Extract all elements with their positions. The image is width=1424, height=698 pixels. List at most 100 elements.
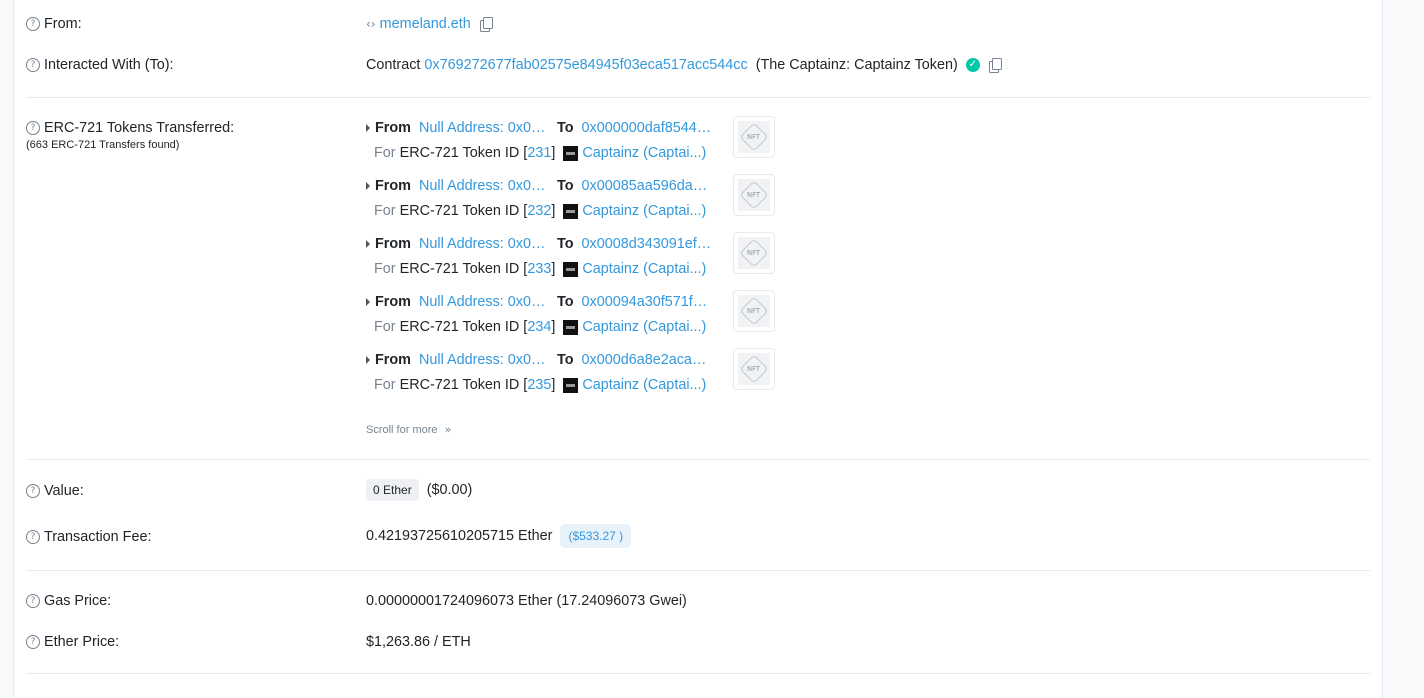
transfer-item: From Null Address: 0x00… To 0x0008d343091ef… — [366, 236, 776, 294]
token-name-link[interactable]: Captainz (Captai...) — [582, 319, 706, 335]
from-word: From — [375, 352, 411, 368]
token-id-text: ERC-721 Token ID [ — [399, 377, 528, 393]
value-value: 0 Ether ($0.00) — [366, 479, 472, 501]
fee-value: 0.42193725610205715 Ether ($533.27 ) — [366, 524, 632, 548]
nft-thumbnail[interactable]: NFT — [733, 232, 775, 274]
from-value: ‹› memeland.eth — [366, 16, 493, 32]
token-id-text: ERC-721 Token ID [ — [399, 319, 528, 335]
nft-icon-text: NFT — [747, 365, 761, 373]
transfer-line-from-to: From Null Address: 0x00… To 0x000000daf8544… — [366, 120, 714, 136]
nft-thumbnail[interactable]: NFT — [733, 348, 775, 390]
for-word: For — [374, 203, 396, 219]
caret-right-icon[interactable] — [366, 356, 370, 364]
nft-icon-text: NFT — [747, 307, 761, 315]
transfer-item: From Null Address: 0x00… To 0x000d6a8e2aca5… — [366, 352, 776, 410]
code-icon: ‹› — [366, 17, 376, 31]
token-name-link[interactable]: Captainz (Captai...) — [582, 145, 706, 161]
transfer-to-link[interactable]: 0x000000daf8544… — [582, 120, 714, 136]
token-id-text: ERC-721 Token ID [ — [399, 145, 528, 161]
nft-thumbnail[interactable]: NFT — [733, 290, 775, 332]
value-usd: ($0.00) — [426, 482, 473, 498]
nft-placeholder-icon: NFT — [738, 353, 770, 385]
caret-right-icon[interactable] — [366, 240, 370, 248]
caret-right-icon[interactable] — [366, 182, 370, 190]
copy-icon[interactable] — [988, 58, 1002, 73]
question-icon[interactable]: ? — [26, 530, 40, 544]
fee-label: Transaction Fee: — [44, 529, 152, 545]
from-address-link[interactable]: memeland.eth — [380, 16, 471, 32]
transfer-from-link[interactable]: Null Address: 0x00… — [419, 120, 552, 136]
token-id-link[interactable]: 234 — [527, 319, 551, 335]
from-word: From — [375, 236, 411, 252]
transfer-to-link[interactable]: 0x00085aa596da2… — [582, 178, 714, 194]
transfer-item: From Null Address: 0x00… To 0x00085aa596da2… — [366, 178, 776, 236]
transfer-item: From Null Address: 0x00… To 0x00094a30f571f… — [366, 294, 776, 352]
contract-name: (The Captainz: Captainz Token) — [755, 57, 958, 73]
for-word: For — [374, 377, 396, 393]
transfer-to-link[interactable]: 0x000d6a8e2aca5… — [582, 352, 714, 368]
caret-right-icon[interactable] — [366, 298, 370, 306]
token-id-link[interactable]: 233 — [527, 261, 551, 277]
question-icon[interactable]: ? — [26, 484, 40, 498]
nft-thumbnail[interactable]: NFT — [733, 174, 775, 216]
fee-usd-badge: ($533.27 ) — [560, 524, 632, 548]
token-id-text: ERC-721 Token ID [ — [399, 261, 528, 277]
token-id-link[interactable]: 232 — [527, 203, 551, 219]
to-word: To — [556, 178, 574, 194]
from-word: From — [375, 120, 411, 136]
token-id-text: ERC-721 Token ID [ — [399, 203, 528, 219]
copy-icon[interactable] — [479, 17, 493, 32]
question-icon[interactable]: ? — [26, 121, 40, 135]
transaction-details-card: ? From: ‹› memeland.eth ? Interacted Wit… — [13, 0, 1383, 698]
nft-placeholder-icon: NFT — [738, 237, 770, 269]
transfer-line-from-to: From Null Address: 0x00… To 0x000d6a8e2aca5… — [366, 352, 714, 368]
transfer-line-from-to: From Null Address: 0x00… To 0x00085aa596da2… — [366, 178, 714, 194]
question-icon[interactable]: ? — [26, 635, 40, 649]
transfer-to-link[interactable]: 0x00094a30f571f4… — [582, 294, 714, 310]
interacted-value: Contract 0x769272677fab02575e84945f03eca… — [366, 57, 1002, 73]
divider — [26, 673, 1370, 674]
gas-label: Gas Price: — [44, 593, 112, 609]
close-bracket: ] — [551, 145, 556, 161]
fee-amount: 0.42193725610205715 Ether — [366, 528, 553, 544]
erc721-label-group: ? ERC-721 Tokens Transferred: — [26, 120, 234, 136]
transfer-from-link[interactable]: Null Address: 0x00… — [419, 178, 552, 194]
question-icon[interactable]: ? — [26, 17, 40, 31]
transfer-from-link[interactable]: Null Address: 0x00… — [419, 352, 552, 368]
question-icon[interactable]: ? — [26, 594, 40, 608]
nft-icon-text: NFT — [747, 249, 761, 257]
scroll-more[interactable]: Scroll for more » — [366, 423, 451, 436]
transfer-from-link[interactable]: Null Address: 0x00… — [419, 294, 552, 310]
close-bracket: ] — [551, 319, 556, 335]
gas-label-group: ? Gas Price: — [26, 593, 111, 609]
token-logo-icon — [563, 319, 579, 335]
nft-thumbnail[interactable]: NFT — [733, 116, 775, 158]
to-word: To — [556, 352, 574, 368]
token-name-link[interactable]: Captainz (Captai...) — [582, 203, 706, 219]
caret-right-icon[interactable] — [366, 124, 370, 132]
token-logo-icon — [563, 261, 579, 277]
scroll-more-label: Scroll for more — [366, 424, 438, 436]
question-icon[interactable]: ? — [26, 58, 40, 72]
contract-address-link[interactable]: 0x769272677fab02575e84945f03eca517acc544… — [424, 57, 747, 73]
for-word: For — [374, 145, 396, 161]
value-label-group: ? Value: — [26, 483, 84, 499]
token-name-link[interactable]: Captainz (Captai...) — [582, 261, 706, 277]
ether-price-label: Ether Price: — [44, 634, 120, 650]
gas-value: 0.00000001724096073 Ether (17.24096073 G… — [366, 593, 687, 609]
token-name-link[interactable]: Captainz (Captai...) — [582, 377, 706, 393]
token-logo-icon — [563, 377, 579, 393]
close-bracket: ] — [551, 203, 556, 219]
transfer-from-link[interactable]: Null Address: 0x00… — [419, 236, 552, 252]
nft-placeholder-icon: NFT — [738, 295, 770, 327]
transfer-line-from-to: From Null Address: 0x00… To 0x0008d343091ef… — [366, 236, 714, 252]
for-word: For — [374, 261, 396, 277]
token-id-link[interactable]: 235 — [527, 377, 551, 393]
from-word: From — [375, 294, 411, 310]
from-word: From — [375, 178, 411, 194]
ether-price-value: $1,263.86 / ETH — [366, 634, 471, 650]
token-id-link[interactable]: 231 — [527, 145, 551, 161]
erc721-count: (663 ERC-721 Transfers found) — [26, 139, 180, 151]
transfer-to-link[interactable]: 0x0008d343091ef… — [582, 236, 714, 252]
fee-label-group: ? Transaction Fee: — [26, 529, 151, 545]
